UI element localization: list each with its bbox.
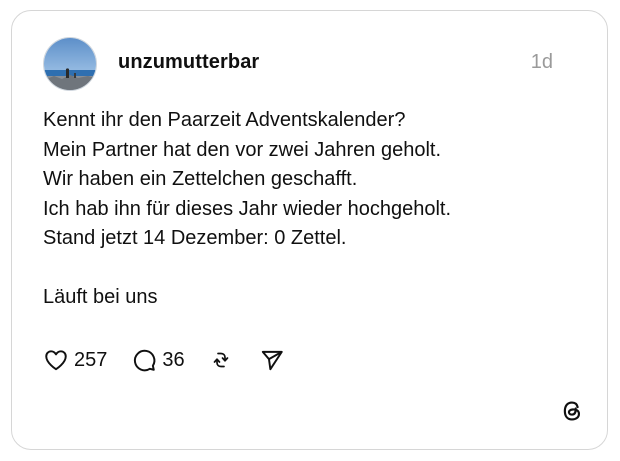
post-text-line: Stand jetzt 14 Dezember: 0 Zettel. (43, 227, 347, 249)
send-icon (259, 347, 285, 373)
username[interactable]: unzumutterbar (118, 51, 259, 74)
post-text-line: Ich hab ihn für dieses Jahr wieder hochg… (43, 197, 452, 220)
reply-count: 36 (162, 348, 185, 371)
reply-button[interactable]: 36 (131, 347, 185, 373)
threads-logo-icon[interactable] (559, 398, 585, 424)
action-bar: 257 36 (43, 345, 285, 375)
post-text-line: Wir haben ein Zettelchen geschafft. (43, 168, 358, 190)
post-card: unzumutterbar 1d Kennt ihr den Paarzeit … (11, 10, 608, 450)
repost-button[interactable] (209, 348, 233, 372)
avatar-image (44, 38, 96, 90)
timestamp: 1d (530, 51, 553, 73)
avatar[interactable] (43, 37, 97, 91)
post-text-line: Mein Partner hat den vor zwei Jahren geh… (43, 138, 441, 161)
heart-icon (43, 347, 69, 373)
repost-icon (209, 348, 233, 372)
post-text-line: Läuft bei uns (43, 286, 158, 308)
post-text-line: Kennt ihr den Paarzeit Adventskalender? (43, 109, 406, 131)
share-button[interactable] (259, 347, 285, 373)
like-count: 257 (74, 348, 108, 371)
like-button[interactable]: 257 (43, 347, 107, 373)
post-text: Kennt ihr den Paarzeit Adventskalender? … (43, 106, 583, 313)
comment-bubble-icon (131, 347, 157, 373)
